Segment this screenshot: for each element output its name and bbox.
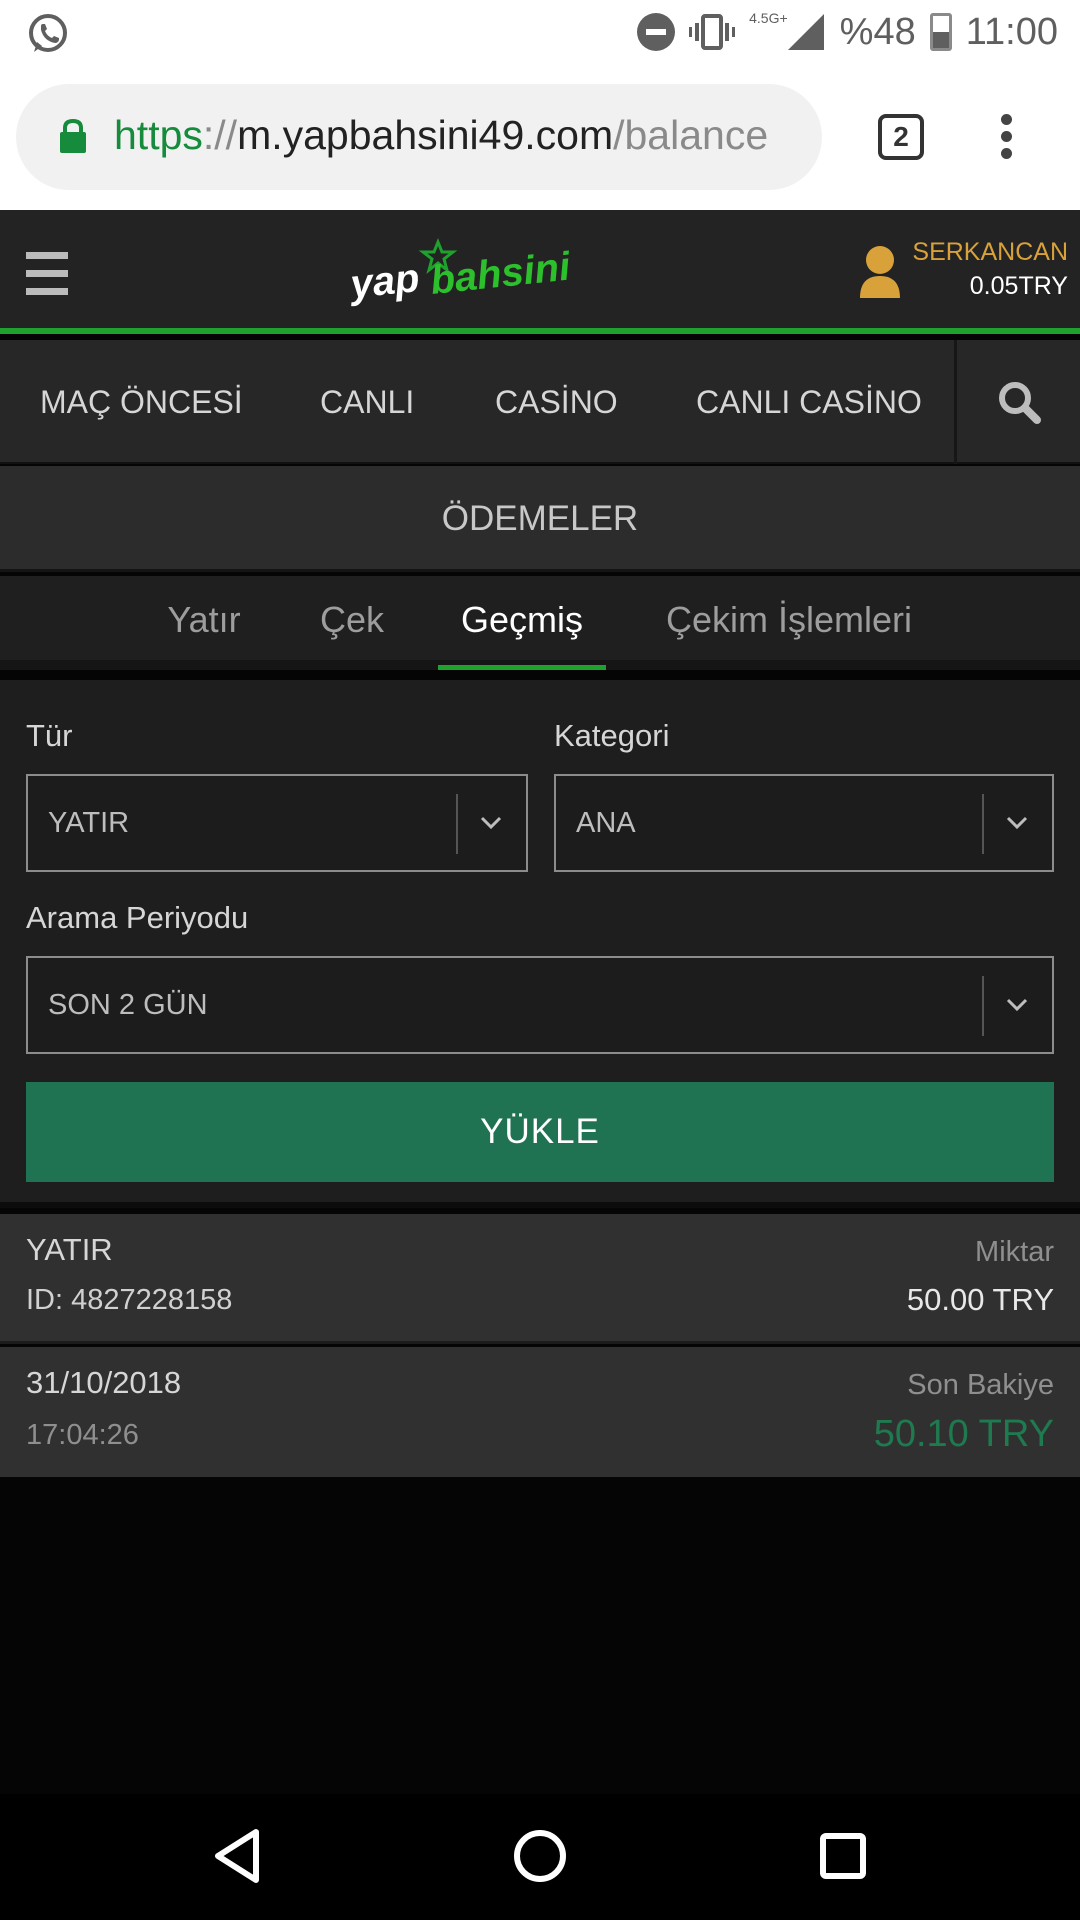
payment-tabs: Yatır Çek Geçmiş Çekim İşlemleri bbox=[0, 576, 1080, 670]
type-select[interactable]: YATIR bbox=[26, 774, 528, 872]
recents-icon[interactable] bbox=[818, 1828, 868, 1884]
load-button[interactable]: YÜKLE bbox=[26, 1082, 1054, 1182]
tab-cekim-islemleri[interactable]: Çekim İşlemleri bbox=[650, 576, 928, 670]
nav-item-canli-casino[interactable]: CANLI CASİNO bbox=[696, 340, 922, 464]
type-label: Tür bbox=[26, 718, 73, 753]
site-logo[interactable]: yap bahsini bbox=[350, 232, 590, 320]
period-label: Arama Periyodu bbox=[26, 900, 249, 935]
category-select-value: ANA bbox=[576, 807, 636, 839]
main-nav: MAÇ ÖNCESİ CANLI CASİNO CANLI CASİNO bbox=[0, 340, 1080, 464]
back-icon[interactable] bbox=[212, 1828, 262, 1884]
transaction-date: 31/10/2018 bbox=[26, 1365, 182, 1400]
svg-text:yap: yap bbox=[350, 256, 422, 307]
search-icon bbox=[998, 382, 1041, 424]
network-type: 4.5G+ bbox=[749, 10, 788, 26]
browser-toolbar: https://m.yapbahsini49.com/balance 2 bbox=[0, 64, 1080, 210]
account-balance: 0.05TRY bbox=[969, 272, 1068, 300]
tab-cek[interactable]: Çek bbox=[300, 576, 404, 670]
status-bar: 4.5G+ %48 11:00 bbox=[0, 0, 1080, 64]
chevron-down-icon bbox=[1006, 816, 1028, 830]
period-select-value: SON 2 GÜN bbox=[48, 989, 208, 1021]
type-select-value: YATIR bbox=[48, 807, 130, 839]
url-text: https://m.yapbahsini49.com/balance bbox=[114, 112, 769, 158]
chevron-down-icon bbox=[480, 816, 502, 830]
user-avatar-icon[interactable] bbox=[858, 244, 902, 298]
balance-label: Son Bakiye bbox=[907, 1369, 1054, 1401]
battery-icon bbox=[929, 13, 952, 51]
clock: 11:00 bbox=[965, 10, 1058, 53]
history-filter-form: Tür YATIR Kategori ANA Arama Periyodu SO… bbox=[0, 680, 1080, 1208]
empty-area bbox=[0, 1478, 1080, 1794]
amount-label: Miktar bbox=[975, 1236, 1054, 1268]
nav-item-mac-oncesi[interactable]: MAÇ ÖNCESİ bbox=[40, 340, 243, 464]
signal-icon bbox=[787, 14, 824, 50]
nav-item-casino[interactable]: CASİNO bbox=[495, 340, 618, 464]
whatsapp-icon bbox=[29, 14, 67, 52]
search-button[interactable] bbox=[954, 340, 1080, 464]
lock-icon bbox=[60, 118, 86, 153]
chevron-down-icon bbox=[1006, 998, 1028, 1012]
tab-gecmis[interactable]: Geçmiş bbox=[438, 576, 606, 670]
tab-switcher-button[interactable]: 2 bbox=[878, 114, 924, 160]
home-icon[interactable] bbox=[512, 1828, 568, 1884]
category-select[interactable]: ANA bbox=[554, 774, 1054, 872]
site-header: yap bahsini SERKANCAN 0.05TRY bbox=[0, 210, 1080, 334]
tab-yatir[interactable]: Yatır bbox=[150, 576, 258, 670]
category-label: Kategori bbox=[554, 718, 670, 753]
system-nav-bar bbox=[0, 1794, 1080, 1920]
transaction-amount: 50.00 TRY bbox=[906, 1282, 1054, 1317]
transaction-row-details: 31/10/2018 17:04:26 Son Bakiye 50.10 TRY bbox=[0, 1347, 1080, 1477]
nav-item-canli[interactable]: CANLI bbox=[320, 340, 414, 464]
transaction-id: ID: 4827228158 bbox=[26, 1284, 233, 1316]
last-balance: 50.10 TRY bbox=[873, 1413, 1054, 1455]
vibrate-icon bbox=[689, 14, 736, 50]
browser-menu-icon[interactable] bbox=[1000, 114, 1014, 160]
transaction-row: YATIR ID: 4827228158 Miktar 50.00 TRY bbox=[0, 1214, 1080, 1344]
page-title: ÖDEMELER bbox=[0, 466, 1080, 572]
username[interactable]: SERKANCAN bbox=[912, 238, 1068, 267]
address-bar[interactable]: https://m.yapbahsini49.com/balance bbox=[16, 84, 822, 190]
period-select[interactable]: SON 2 GÜN bbox=[26, 956, 1054, 1054]
transaction-time: 17:04:26 bbox=[26, 1419, 139, 1451]
transaction-type: YATIR bbox=[26, 1232, 113, 1267]
battery-percent: %48 bbox=[839, 10, 916, 53]
do-not-disturb-icon bbox=[637, 13, 676, 51]
hamburger-menu-icon[interactable] bbox=[26, 252, 68, 295]
